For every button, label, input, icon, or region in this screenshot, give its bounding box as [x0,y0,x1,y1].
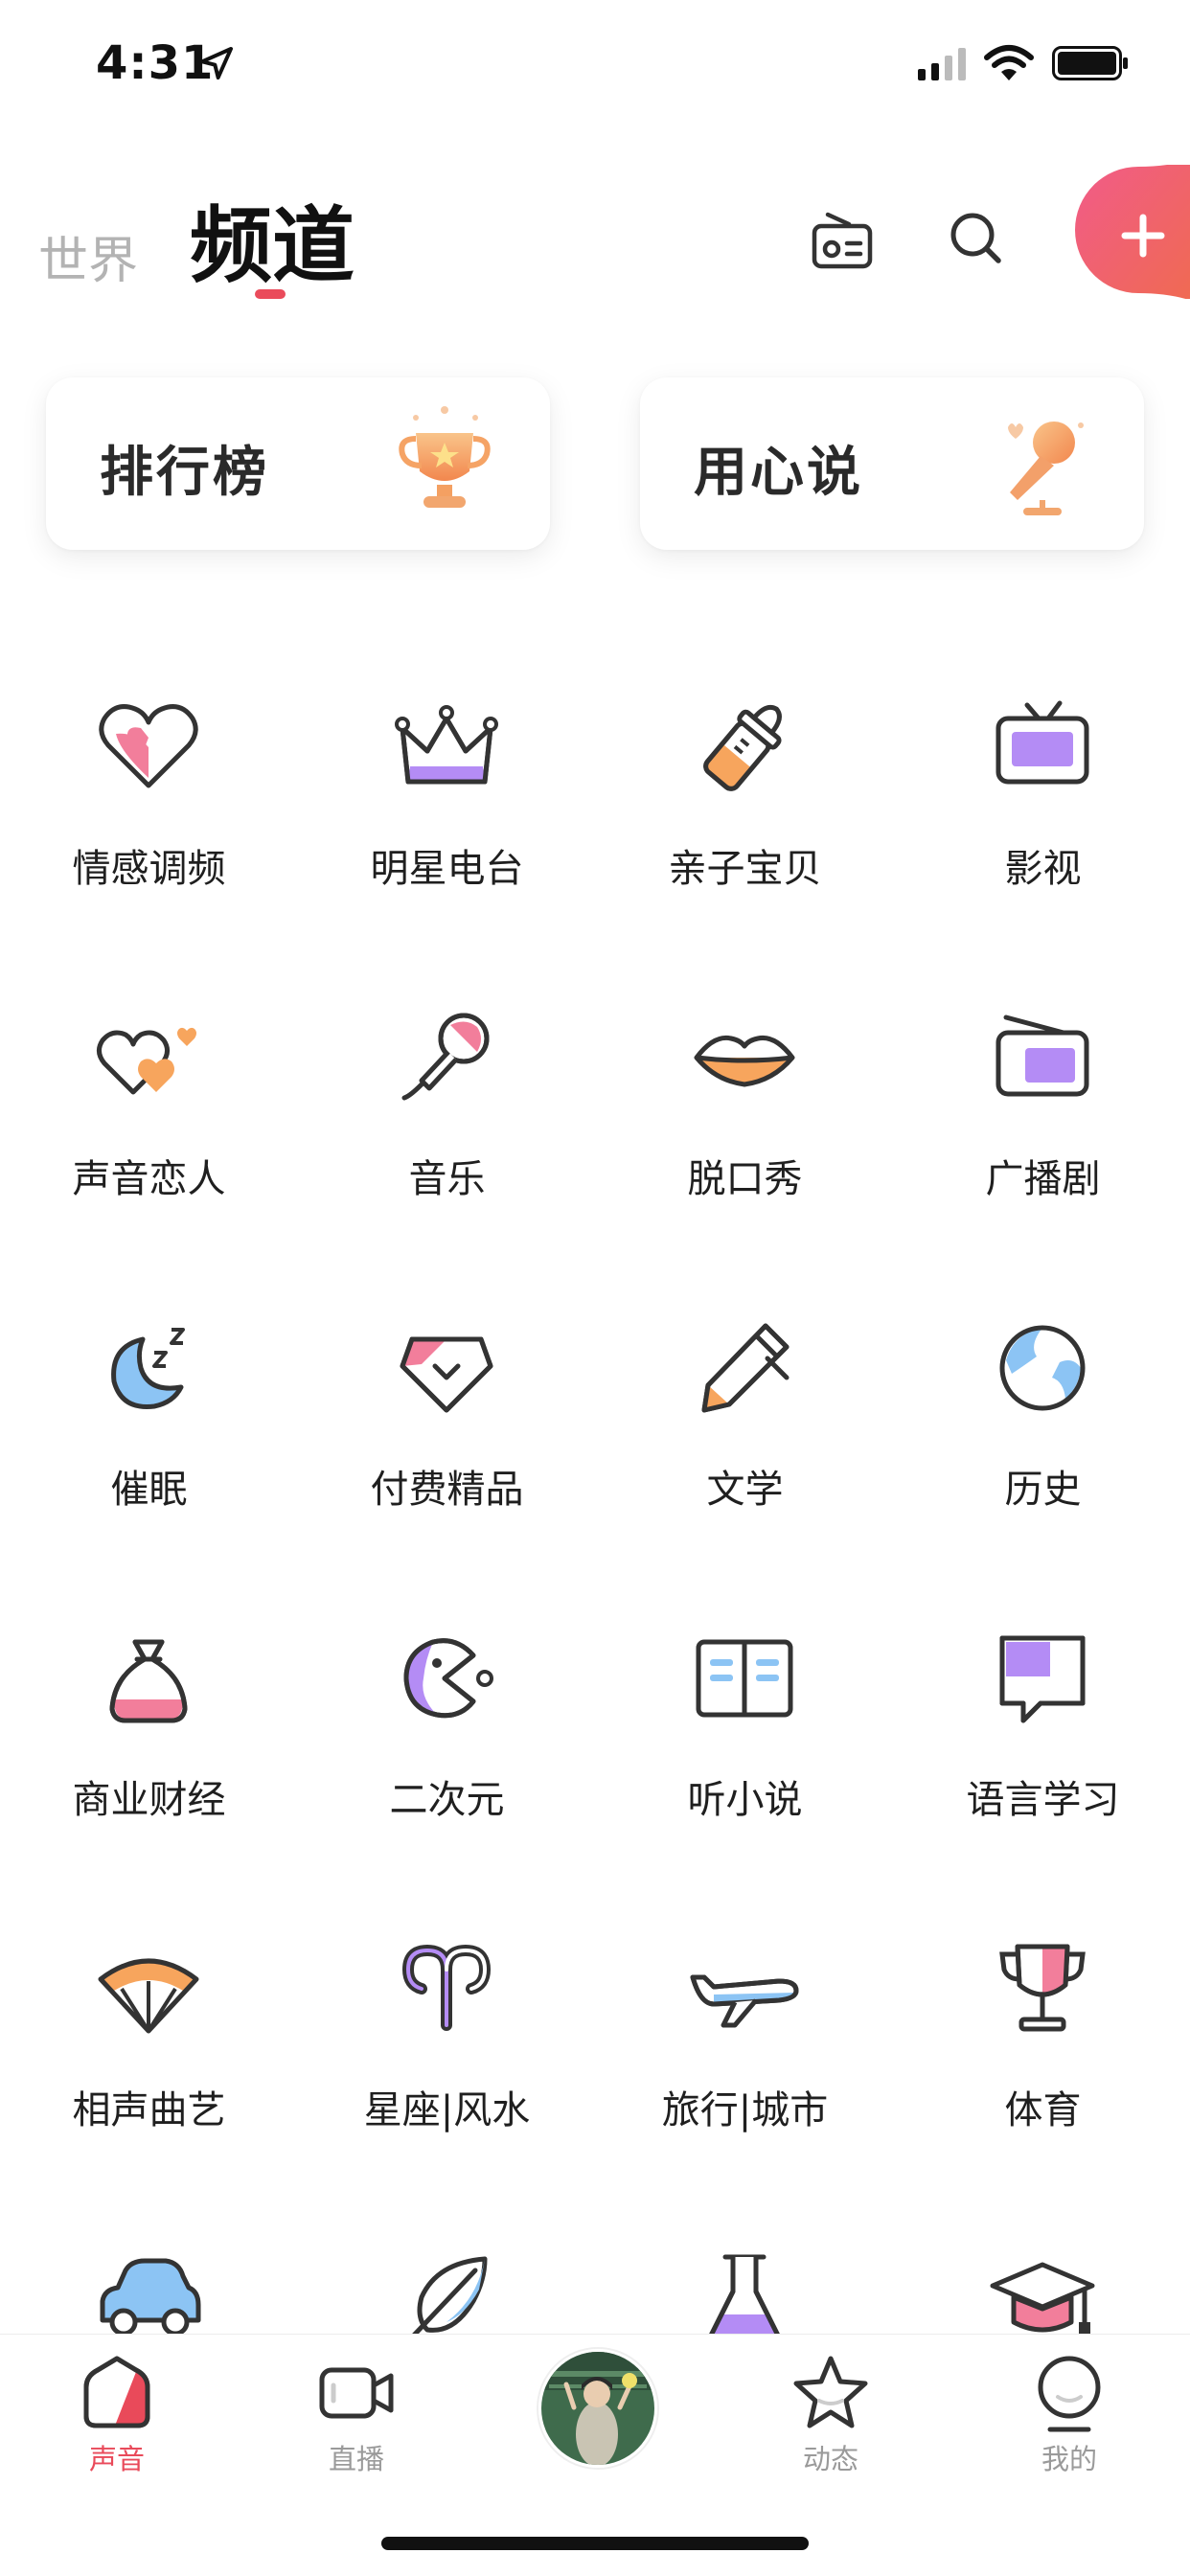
crown-icon [395,705,498,785]
lips-icon [694,1035,795,1087]
pacman-icon [403,1638,493,1719]
channel-hypnosis[interactable]: 催眠 [0,1291,298,1602]
nav-label: 动态 [802,2443,858,2475]
channel-emotion[interactable]: 情感调频 [0,671,298,981]
trophy-icon [399,406,491,508]
wifi-icon [984,45,1034,80]
channel-label: 商业财经 [72,1778,226,1822]
channel-label: 相声曲艺 [72,2088,226,2132]
channel-celebrity[interactable]: 明星电台 [298,671,596,981]
channel-travel[interactable]: 旅行|城市 [596,1912,894,2223]
channel-radio-drama[interactable]: 广播剧 [894,981,1190,1291]
status-bar: 4:31 [0,0,1190,125]
tab-world[interactable]: 世界 [38,220,138,292]
nav-label: 我的 [1041,2443,1097,2475]
channel-label: 文学 [706,1468,784,1512]
radio-icon[interactable] [809,207,876,274]
star-icon [793,2356,868,2428]
home-icon [83,2356,150,2428]
profile-icon [1038,2356,1101,2432]
status-time: 4:31 [96,36,215,90]
channel-label: 语言学习 [966,1778,1120,1822]
baby-bottle-icon [703,704,782,791]
channel-label: 影视 [1004,847,1082,891]
search-icon[interactable] [943,205,1010,272]
cup-icon [999,1944,1086,2032]
channel-talkshow[interactable]: 脱口秀 [596,981,894,1291]
heartfelt-card[interactable]: 用心说 [640,377,1144,550]
channel-sports[interactable]: 体育 [894,1912,1190,2223]
channel-label: 亲子宝贝 [668,847,822,891]
channel-novel[interactable]: 听小说 [596,1602,894,1912]
channel-grid: 情感调频 明星电台 亲子宝贝 影视 声音恋人 音乐 脱口秀 广播剧 催眠 付费精… [0,671,1190,2344]
create-button[interactable] [1073,165,1190,299]
speech-bubble-icon [999,1635,1086,1723]
globe-icon [999,1325,1086,1411]
active-tab-indicator [255,289,286,299]
fan-icon [98,1958,199,2034]
video-camera-icon [319,2367,394,2419]
nav-profile[interactable]: 我的 [1002,2353,1136,2487]
channel-label: 旅行|城市 [661,2088,829,2132]
microphone-icon [401,1013,490,1101]
channel-language[interactable]: 语言学习 [894,1602,1190,1912]
battery-icon [1052,46,1128,80]
channel-astrology[interactable]: 星座|风水 [298,1912,596,2223]
ranking-card[interactable]: 排行榜 [46,377,550,550]
airplane-icon [690,1974,799,2028]
nav-live[interactable]: 直播 [289,2353,423,2487]
radio-icon [995,1014,1089,1097]
avatar-photo [541,2352,654,2465]
channel-label: 听小说 [687,1778,803,1822]
channel-business[interactable]: 商业财经 [0,1602,298,1912]
channel-label: 历史 [1004,1468,1082,1512]
location-arrow-icon [200,47,233,80]
channel-film-tv[interactable]: 影视 [894,671,1190,981]
money-bag-icon [109,1639,188,1723]
home-indicator[interactable] [381,2537,809,2550]
channel-history[interactable]: 历史 [894,1291,1190,1602]
moon-sleep-icon [111,1328,185,1409]
channel-parenting[interactable]: 亲子宝贝 [596,671,894,981]
diamond-icon [400,1336,493,1413]
heartfelt-card-label: 用心说 [694,442,863,504]
aries-icon [401,1944,492,2031]
cellular-signal-icon [918,48,966,80]
tv-icon [995,700,1089,785]
nav-label: 直播 [328,2443,384,2475]
channel-label: 催眠 [110,1468,188,1512]
channel-label: 音乐 [408,1157,486,1201]
channel-label: 广播剧 [985,1157,1101,1201]
pencil-icon [701,1323,790,1413]
channel-crosstalk[interactable]: 相声曲艺 [0,1912,298,2223]
heart-icon [99,704,198,788]
tab-channel[interactable]: 频道 [190,178,355,298]
channel-label: 声音恋人 [72,1157,226,1201]
nav-feed[interactable]: 动态 [764,2353,898,2487]
channel-literature[interactable]: 文学 [596,1291,894,1602]
hearts-icon [97,1027,196,1095]
channel-label: 明星电台 [370,847,524,891]
channel-label: 情感调频 [72,847,226,891]
nav-sound[interactable]: 声音 [50,2353,184,2487]
channel-anime[interactable]: 二次元 [298,1602,596,1912]
nav-label: 声音 [88,2443,145,2475]
channel-voice-lover[interactable]: 声音恋人 [0,981,298,1291]
book-icon [696,1639,793,1718]
channel-premium[interactable]: 付费精品 [298,1291,596,1602]
channel-label: 星座|风水 [363,2088,531,2132]
avatar[interactable] [538,2349,657,2468]
channel-label: 付费精品 [370,1468,524,1512]
microphone-icon [1008,422,1084,515]
channel-music[interactable]: 音乐 [298,981,596,1291]
channel-label: 体育 [1004,2088,1082,2132]
channel-label: 脱口秀 [687,1157,803,1201]
ranking-card-label: 排行榜 [100,442,269,504]
channel-label: 二次元 [389,1778,505,1822]
